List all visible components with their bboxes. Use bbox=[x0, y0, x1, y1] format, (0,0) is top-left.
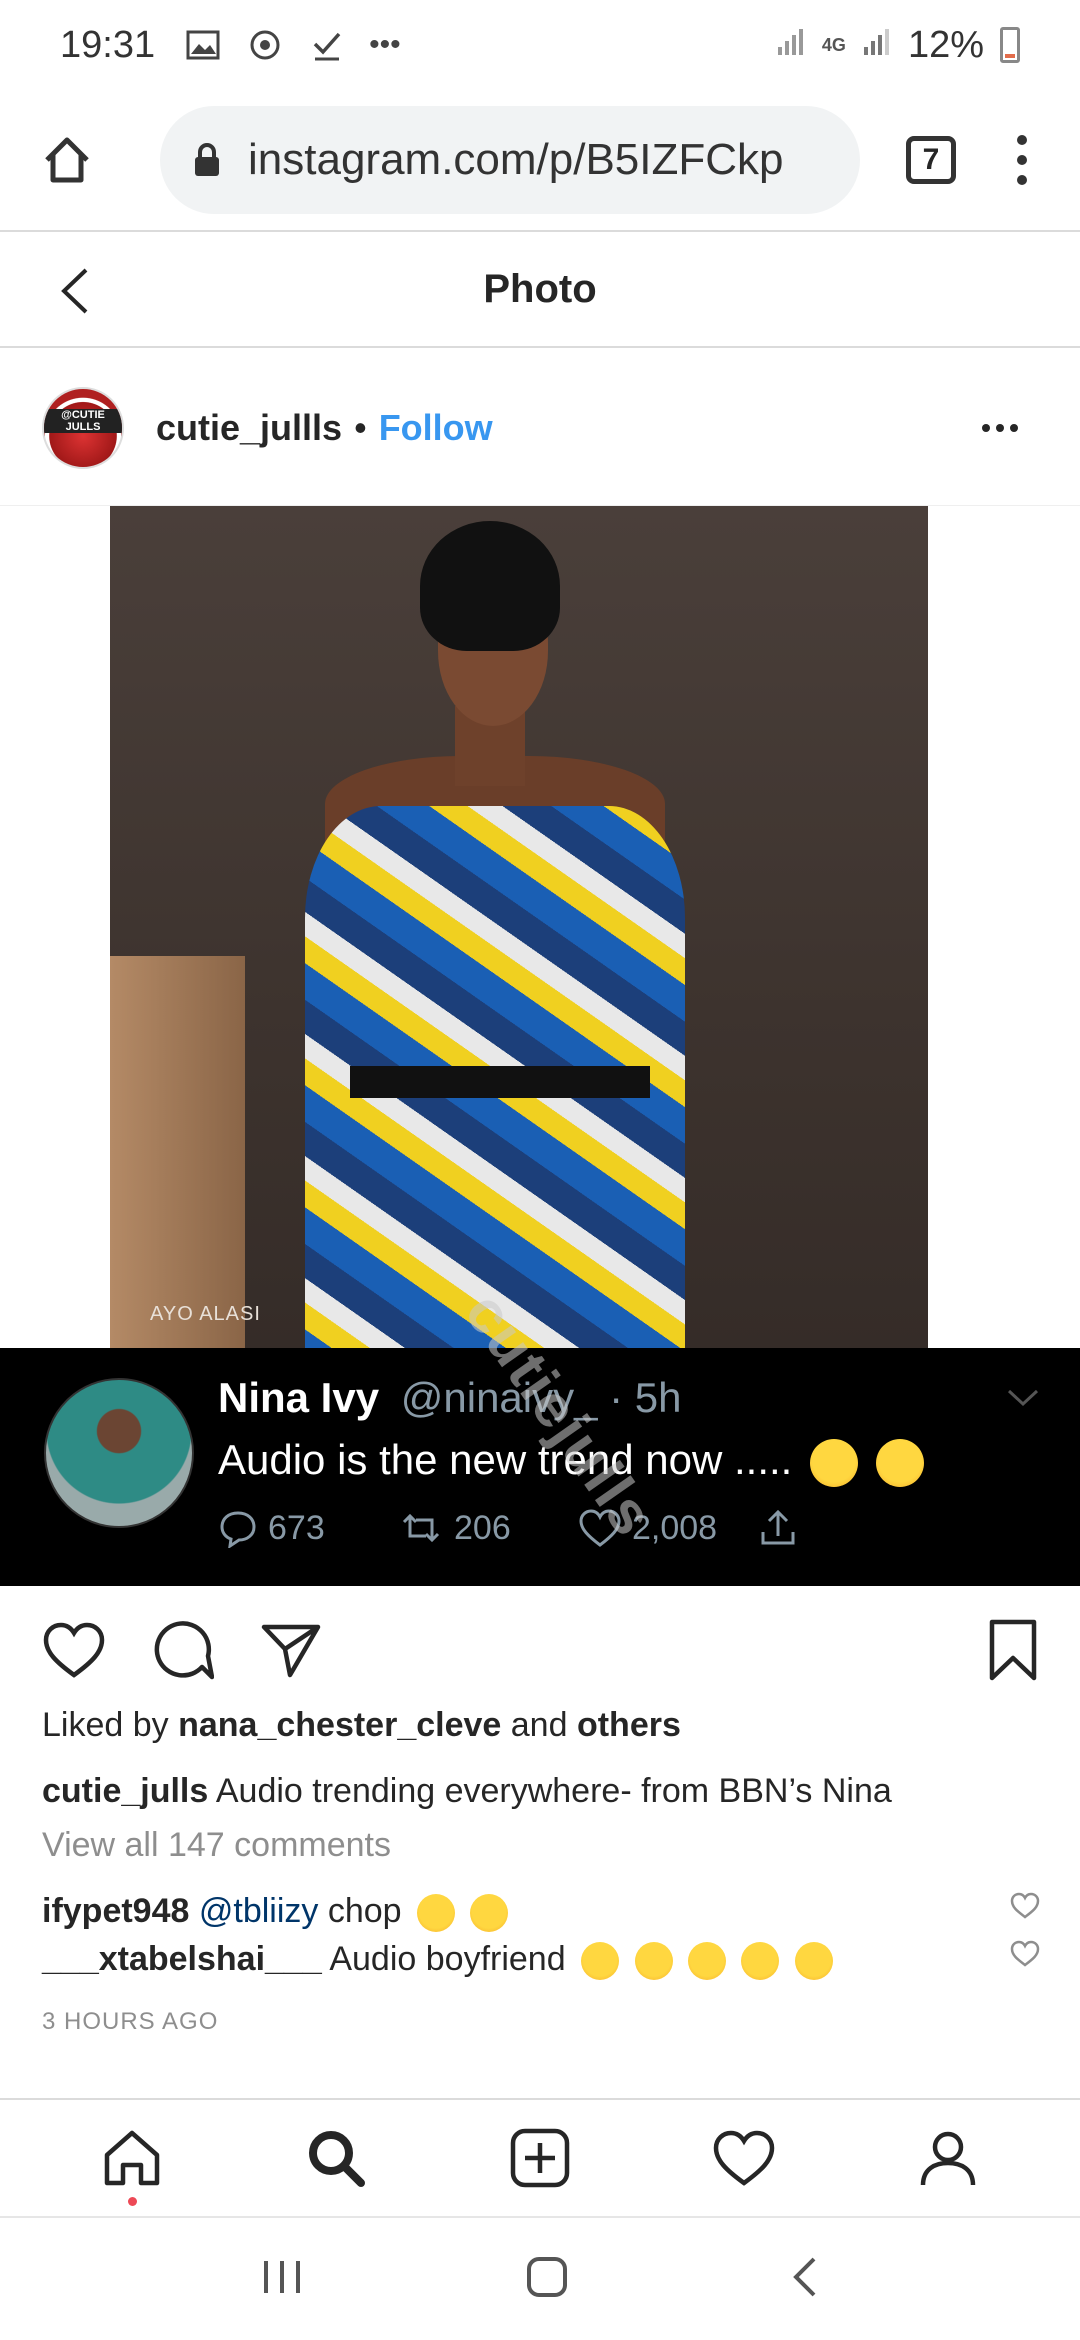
nav-search[interactable] bbox=[286, 2108, 386, 2208]
tweet-retweet-count: 206 bbox=[454, 1508, 511, 1547]
add-post-icon bbox=[510, 2128, 570, 2188]
signal-icon bbox=[776, 24, 806, 67]
share-direct-icon[interactable] bbox=[260, 1621, 322, 1679]
bookmark-icon[interactable] bbox=[988, 1618, 1038, 1682]
notification-dot bbox=[128, 2197, 137, 2206]
view-all-comments-link[interactable]: View all 147 comments bbox=[42, 1826, 391, 1865]
sync-icon bbox=[245, 25, 285, 65]
nav-profile[interactable] bbox=[898, 2108, 998, 2208]
follow-button[interactable]: Follow bbox=[379, 407, 493, 449]
post-photo[interactable]: AYO ALASI bbox=[110, 506, 928, 1348]
recent-apps-icon[interactable] bbox=[260, 2257, 304, 2302]
tweet-reply-count: 673 bbox=[268, 1508, 325, 1547]
comment-like-icon[interactable] bbox=[1010, 1940, 1040, 1973]
browser-toolbar: instagram.com/p/B5IZFCkp 7 bbox=[0, 90, 1080, 230]
liked-and: and bbox=[510, 1706, 568, 1744]
download-done-icon bbox=[307, 25, 347, 65]
tweet-actions: 673 206 2,008 bbox=[218, 1508, 938, 1548]
tweet-body: Audio is the new trend now ..... bbox=[218, 1436, 793, 1483]
avatar-logo-text: @CUTIE JULLS bbox=[44, 408, 122, 433]
separator-dot: • bbox=[354, 406, 367, 448]
photo-credit: AYO ALASI bbox=[150, 1303, 261, 1325]
yum-emoji-icon bbox=[810, 1438, 858, 1487]
url-text: instagram.com/p/B5IZFCkp bbox=[248, 135, 784, 184]
profile-icon bbox=[920, 2131, 976, 2186]
chevron-down-icon bbox=[1006, 1388, 1040, 1413]
photo-belt bbox=[350, 1066, 650, 1098]
rofl-emoji-icon bbox=[741, 1942, 780, 1981]
comment-text: chop bbox=[327, 1892, 402, 1930]
status-overflow: ••• bbox=[369, 28, 401, 61]
liked-by: Liked by nana_chester_cleve and others bbox=[42, 1706, 681, 1745]
yum-emoji-icon bbox=[875, 1438, 924, 1487]
photo-wooden-box bbox=[110, 956, 245, 1348]
browser-menu-icon[interactable] bbox=[1012, 135, 1032, 185]
kiss-emoji-icon bbox=[470, 1894, 509, 1933]
status-time: 19:31 bbox=[60, 23, 156, 66]
photo-hair bbox=[420, 521, 560, 651]
comment-mention[interactable]: @tbliizy bbox=[199, 1892, 319, 1930]
status-bar: 19:31 ••• 4G 12% bbox=[0, 0, 1080, 90]
tweet-author-name: Nina Ivy bbox=[218, 1374, 380, 1421]
comment-username[interactable]: ___xtabelshai___ bbox=[42, 1940, 322, 1978]
gallery-icon bbox=[183, 25, 223, 65]
battery-icon bbox=[1000, 27, 1020, 63]
signal-icon-2 bbox=[862, 24, 892, 67]
liked-user-link[interactable]: nana_chester_cleve bbox=[178, 1706, 501, 1744]
post-timestamp: 3 HOURS AGO bbox=[42, 2008, 219, 2035]
liked-others-link[interactable]: others bbox=[577, 1706, 681, 1744]
post-caption: cutie_julls Audio trending everywhere- f… bbox=[42, 1772, 892, 1811]
caption-username[interactable]: cutie_julls bbox=[42, 1772, 208, 1810]
post-actions bbox=[0, 1610, 1080, 1690]
search-icon bbox=[309, 2131, 365, 2187]
avatar[interactable]: @CUTIE JULLS bbox=[42, 386, 124, 469]
system-navigation-bar bbox=[0, 2216, 1080, 2340]
tab-switcher-button[interactable]: 7 bbox=[906, 136, 956, 184]
system-back-icon[interactable] bbox=[790, 2255, 820, 2304]
share-icon bbox=[758, 1508, 938, 1548]
post-header: @CUTIE JULLS cutie_jullls • Follow bbox=[0, 350, 1080, 506]
laughing-emoji-icon bbox=[634, 1942, 673, 1981]
network-type: 4G bbox=[821, 34, 846, 55]
bottom-navigation bbox=[0, 2098, 1080, 2216]
system-home-icon[interactable] bbox=[525, 2255, 569, 2304]
laughing-emoji-icon bbox=[581, 1942, 620, 1981]
retweet-icon bbox=[402, 1513, 440, 1543]
reply-icon bbox=[220, 1511, 256, 1548]
comment-like-icon[interactable] bbox=[1010, 1892, 1040, 1925]
kiss-emoji-icon bbox=[417, 1894, 456, 1933]
battery-percent: 12% bbox=[907, 23, 984, 66]
home-icon bbox=[104, 2130, 160, 2186]
rofl-emoji-icon bbox=[687, 1942, 726, 1981]
more-options-icon[interactable] bbox=[982, 423, 1018, 432]
caption-text: Audio trending everywhere- from BBN’s Ni… bbox=[215, 1772, 892, 1810]
home-icon[interactable] bbox=[36, 129, 98, 191]
heart-icon bbox=[713, 2130, 775, 2186]
like-heart-icon[interactable] bbox=[42, 1621, 106, 1679]
comment-text: Audio boyfriend bbox=[329, 1940, 566, 1978]
tweet-header: Nina Ivy @ninaivy_ · 5h bbox=[218, 1374, 682, 1422]
tweet-avatar bbox=[44, 1378, 194, 1528]
post-username[interactable]: cutie_jullls bbox=[156, 407, 342, 449]
lock-icon bbox=[194, 143, 220, 177]
comment-icon[interactable] bbox=[152, 1619, 214, 1681]
comment-username[interactable]: ifypet948 bbox=[42, 1892, 189, 1930]
page-header: Photo bbox=[0, 230, 1080, 348]
nav-home[interactable] bbox=[82, 2108, 182, 2208]
tweet-replies: 673 bbox=[218, 1508, 398, 1548]
comment-item: ifypet948 @tbliizy chop bbox=[42, 1892, 509, 1933]
back-arrow-icon[interactable] bbox=[56, 266, 92, 321]
nav-new-post[interactable] bbox=[490, 2108, 590, 2208]
comment-item: ___xtabelshai___ Audio boyfriend bbox=[42, 1940, 833, 1981]
tweet-retweets: 206 bbox=[398, 1508, 578, 1548]
rofl-emoji-icon bbox=[794, 1942, 833, 1981]
page-title: Photo bbox=[483, 266, 597, 311]
liked-prefix: Liked by bbox=[42, 1706, 169, 1744]
nav-activity[interactable] bbox=[694, 2108, 794, 2208]
address-bar[interactable]: instagram.com/p/B5IZFCkp bbox=[160, 106, 860, 214]
